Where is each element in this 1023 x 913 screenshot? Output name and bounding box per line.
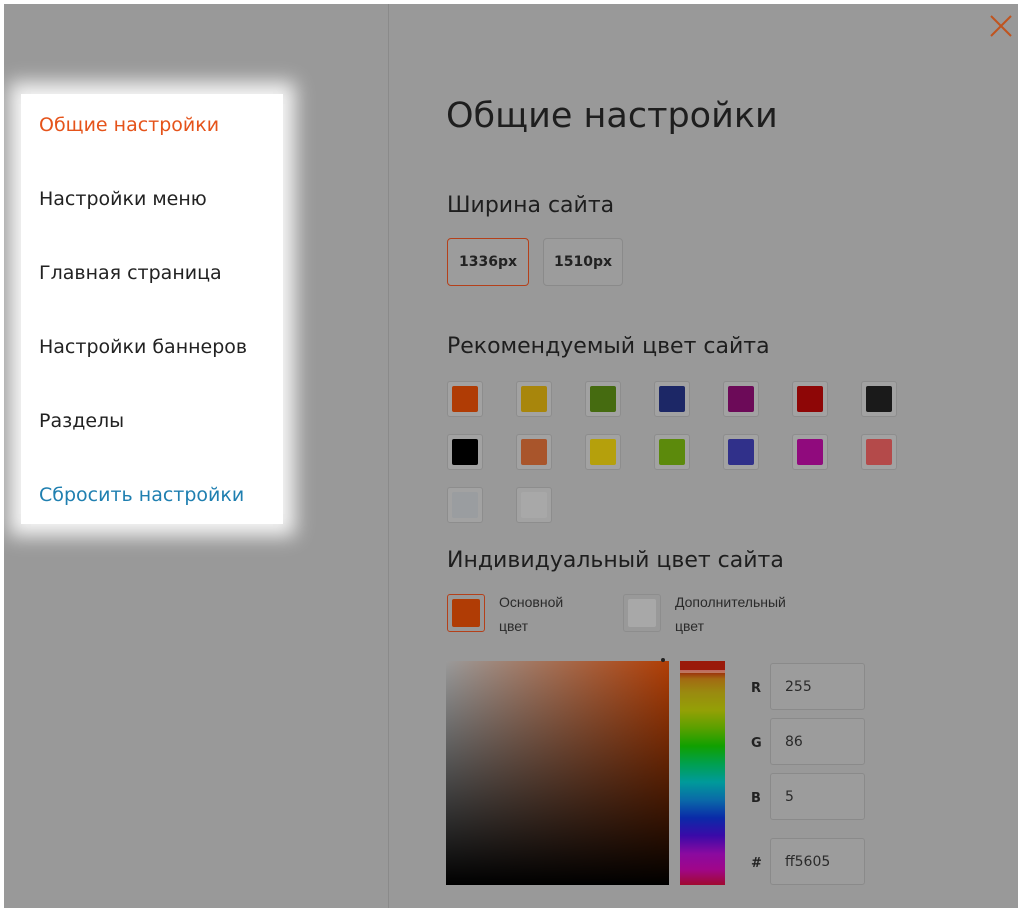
color-swatch-fill bbox=[521, 439, 547, 465]
color-swatch[interactable] bbox=[654, 434, 690, 470]
color-swatch-fill bbox=[590, 439, 616, 465]
primary-color-label-line-1: Основной bbox=[499, 594, 564, 610]
recommended-color-title: Рекомендуемый цвет сайта bbox=[447, 334, 770, 359]
color-picker-square[interactable] bbox=[446, 661, 669, 885]
color-swatch[interactable] bbox=[516, 434, 552, 470]
primary-color-label: Основной цвет bbox=[499, 590, 563, 638]
menu-item-sections[interactable]: Разделы bbox=[39, 410, 124, 432]
color-swatch[interactable] bbox=[792, 434, 828, 470]
secondary-color-label-line-2: цвет bbox=[675, 618, 705, 634]
color-swatch-fill bbox=[866, 386, 892, 412]
secondary-color-swatch[interactable] bbox=[623, 594, 661, 632]
color-swatch[interactable] bbox=[447, 381, 483, 417]
close-button[interactable] bbox=[988, 13, 1014, 39]
settings-menu: Общие настройки Настройки меню Главная с… bbox=[21, 94, 283, 524]
primary-color-fill bbox=[452, 599, 480, 627]
color-swatch[interactable] bbox=[723, 381, 759, 417]
hue-slider-handle[interactable] bbox=[680, 670, 725, 673]
color-swatch[interactable] bbox=[861, 434, 897, 470]
color-swatch-fill bbox=[797, 439, 823, 465]
width-option-1336[interactable]: 1336px bbox=[447, 238, 529, 286]
color-swatch-fill bbox=[452, 439, 478, 465]
hex-label: # bbox=[751, 856, 762, 871]
primary-color-swatch[interactable] bbox=[447, 594, 485, 632]
color-swatch[interactable] bbox=[723, 434, 759, 470]
reset-settings-link[interactable]: Сбросить настройки bbox=[39, 484, 244, 506]
color-swatch[interactable] bbox=[447, 487, 483, 523]
secondary-color-fill bbox=[628, 599, 656, 627]
menu-item-banner-settings[interactable]: Настройки баннеров bbox=[39, 336, 247, 358]
color-swatch[interactable] bbox=[654, 381, 690, 417]
color-swatch[interactable] bbox=[585, 381, 621, 417]
blue-label: B bbox=[751, 791, 761, 806]
color-swatch-fill bbox=[728, 386, 754, 412]
color-swatch-fill bbox=[797, 386, 823, 412]
primary-color-label-line-2: цвет bbox=[499, 618, 529, 634]
color-swatch-fill bbox=[590, 386, 616, 412]
green-input[interactable] bbox=[770, 718, 865, 765]
menu-item-home-page[interactable]: Главная страница bbox=[39, 262, 222, 284]
width-option-1510[interactable]: 1510px bbox=[543, 238, 623, 286]
color-swatch-fill bbox=[728, 439, 754, 465]
custom-color-title: Индивидуальный цвет сайта bbox=[447, 548, 784, 573]
color-swatch-fill bbox=[521, 492, 547, 518]
menu-item-general[interactable]: Общие настройки bbox=[39, 114, 219, 136]
color-swatch[interactable] bbox=[516, 487, 552, 523]
color-swatch-fill bbox=[452, 386, 478, 412]
red-label: R bbox=[751, 681, 762, 696]
color-swatch-fill bbox=[659, 439, 685, 465]
color-swatch[interactable] bbox=[585, 434, 621, 470]
color-swatch-fill bbox=[659, 386, 685, 412]
secondary-color-label-line-1: Дополнительный bbox=[675, 594, 786, 610]
color-swatch[interactable] bbox=[516, 381, 552, 417]
blue-input[interactable] bbox=[770, 773, 865, 820]
color-swatch[interactable] bbox=[447, 434, 483, 470]
color-swatch[interactable] bbox=[861, 381, 897, 417]
red-input[interactable] bbox=[770, 663, 865, 710]
color-swatch-fill bbox=[866, 439, 892, 465]
color-swatch[interactable] bbox=[792, 381, 828, 417]
color-swatch-fill bbox=[452, 492, 478, 518]
close-x-icon bbox=[990, 15, 1012, 37]
panel-divider bbox=[388, 4, 389, 908]
page-title: Общие настройки bbox=[446, 96, 778, 136]
green-label: G bbox=[751, 736, 762, 751]
secondary-color-label: Дополнительный цвет bbox=[675, 590, 786, 638]
site-width-title: Ширина сайта bbox=[447, 193, 615, 218]
menu-item-menu-settings[interactable]: Настройки меню bbox=[39, 188, 207, 210]
color-picker-handle[interactable] bbox=[661, 658, 665, 662]
color-swatch-fill bbox=[521, 386, 547, 412]
hex-input[interactable] bbox=[770, 838, 865, 885]
hue-slider[interactable] bbox=[680, 661, 725, 885]
